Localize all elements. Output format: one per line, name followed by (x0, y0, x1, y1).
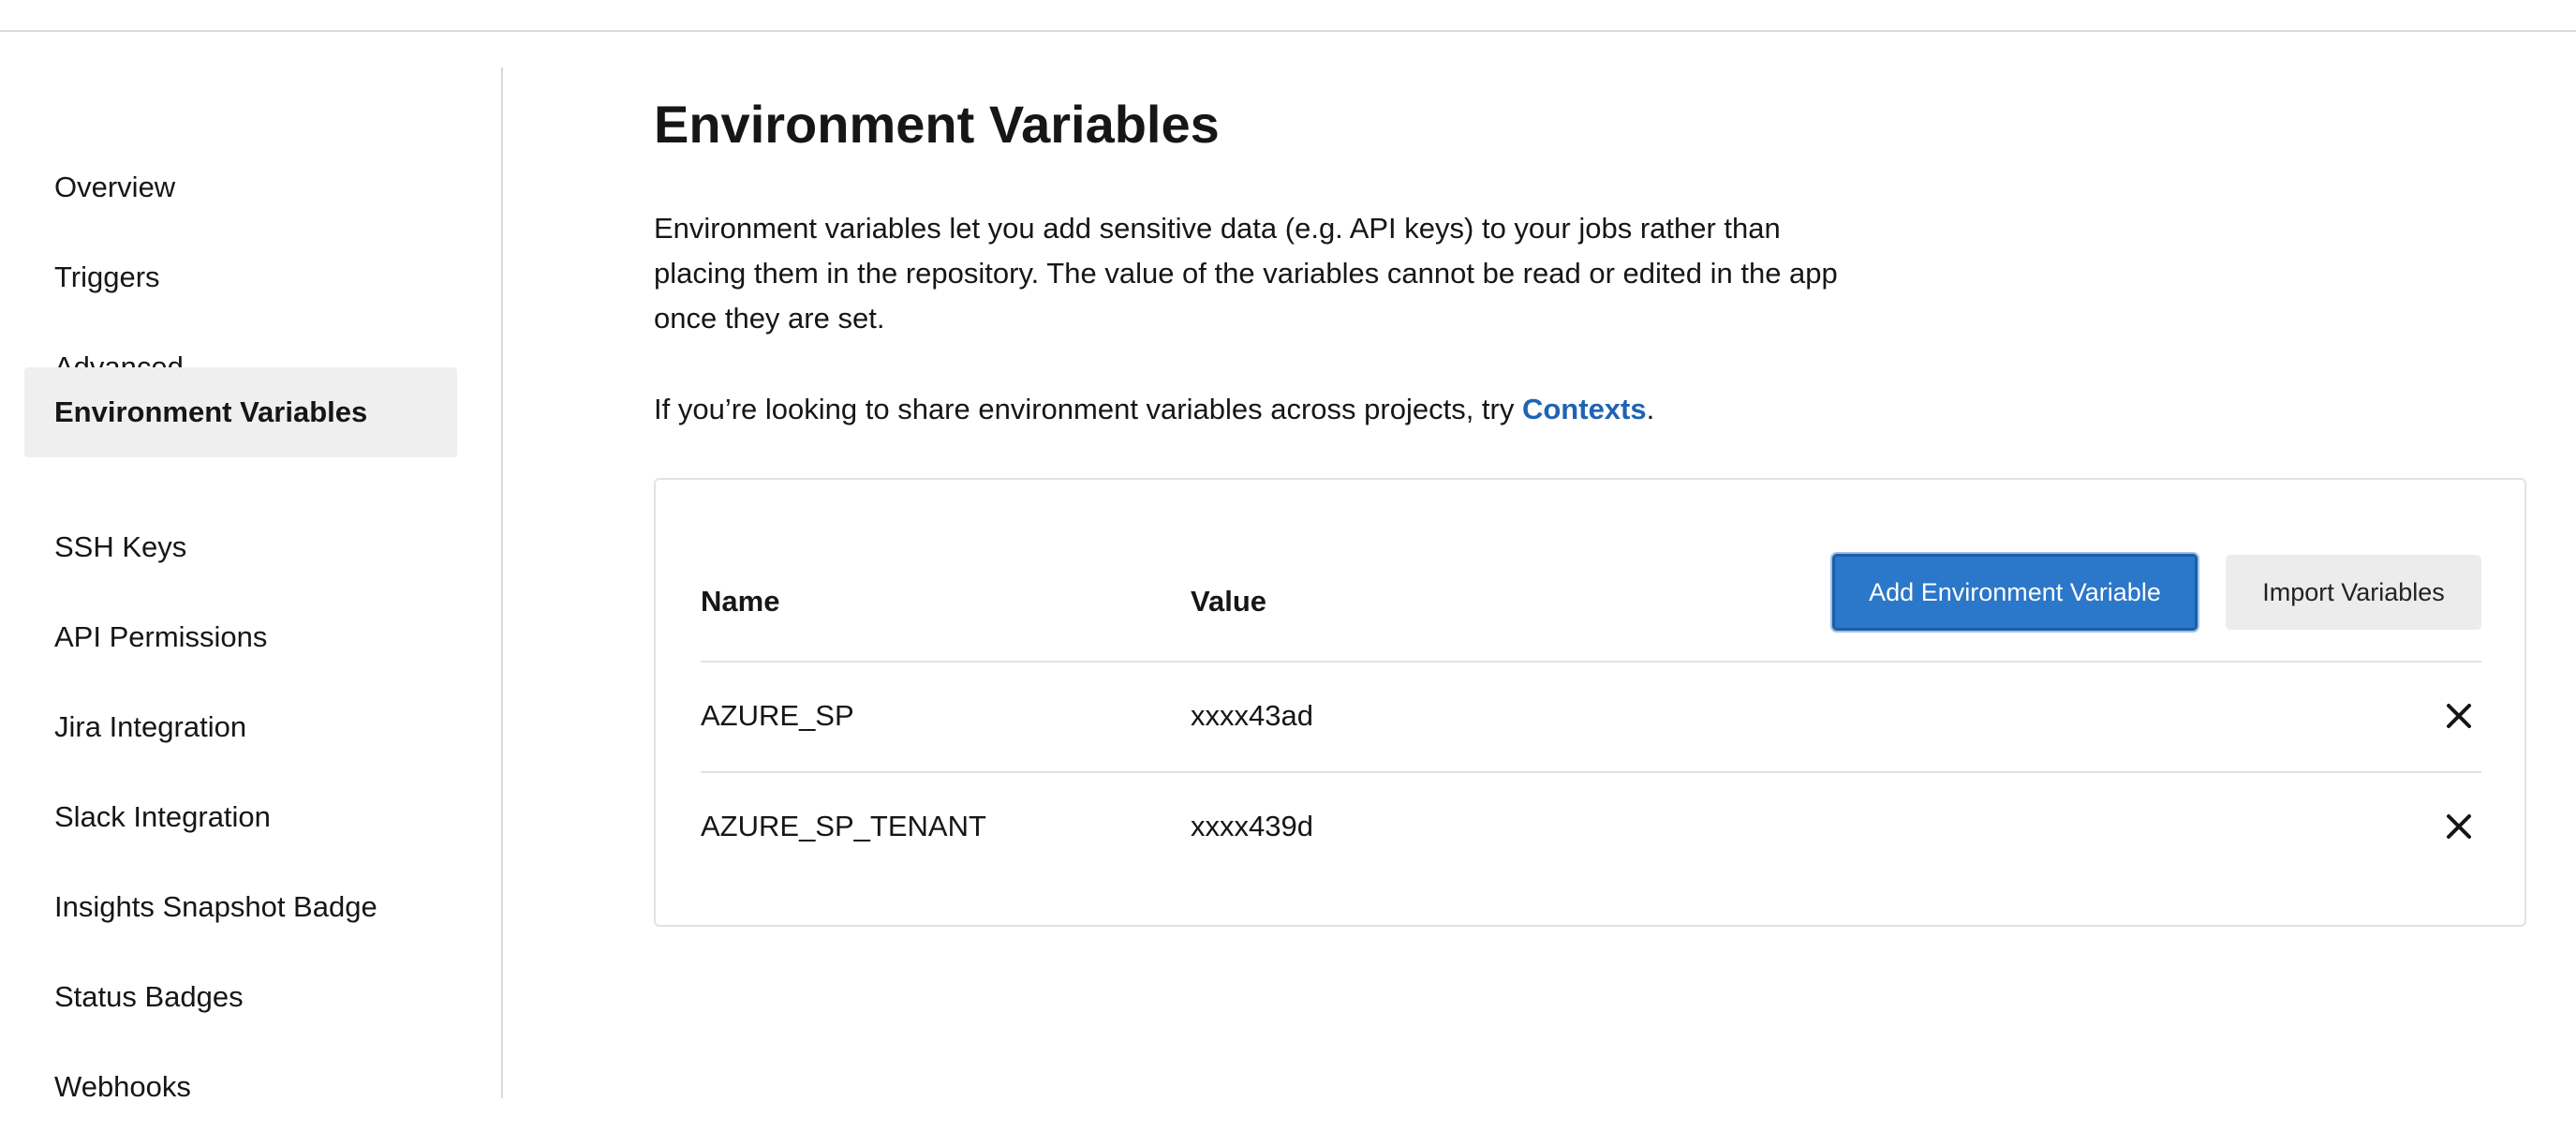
env-vars-card: Name Value Add Environment Variable Impo… (654, 478, 2526, 927)
add-environment-variable-button[interactable]: Add Environment Variable (1832, 554, 2198, 631)
header-divider (701, 661, 2481, 663)
contexts-hint: If you’re looking to share environment v… (654, 387, 1654, 432)
sidebar-item-slack-integration[interactable]: Slack Integration (24, 772, 457, 862)
row-divider (701, 771, 2481, 773)
column-header-value: Value (1191, 585, 1266, 618)
page-title: Environment Variables (654, 95, 1220, 154)
close-icon (2447, 814, 2471, 839)
column-header-name: Name (701, 585, 780, 618)
contexts-hint-text: If you’re looking to share environment v… (654, 393, 1522, 425)
sidebar-item-triggers[interactable]: Triggers (24, 232, 457, 322)
import-variables-button[interactable]: Import Variables (2226, 555, 2481, 630)
contexts-hint-suffix: . (1646, 393, 1655, 425)
delete-variable-button[interactable] (2431, 798, 2487, 855)
variable-name: AZURE_SP (701, 699, 854, 732)
sidebar-item-ssh-keys[interactable]: SSH Keys (24, 502, 457, 592)
top-bar (0, 0, 2576, 32)
sidebar-item-status-badges[interactable]: Status Badges (24, 952, 457, 1042)
sidebar-item-insights-snapshot-badge[interactable]: Insights Snapshot Badge (24, 862, 457, 952)
close-icon (2447, 704, 2471, 728)
settings-sidebar: Overview Triggers Advanced Environment V… (0, 67, 503, 1103)
page-description: Environment variables let you add sensit… (654, 212, 1838, 335)
variable-value: xxxx43ad (1191, 699, 1313, 732)
sidebar-item-overview[interactable]: Overview (24, 142, 457, 232)
sidebar-item-webhooks[interactable]: Webhooks (24, 1042, 457, 1132)
variable-value: xxxx439d (1191, 810, 1313, 842)
sidebar-item-api-permissions[interactable]: API Permissions (24, 592, 457, 682)
sidebar-item-environment-variables[interactable]: Environment Variables (24, 367, 457, 457)
variable-name: AZURE_SP_TENANT (701, 810, 986, 842)
contexts-link[interactable]: Contexts (1522, 393, 1647, 425)
delete-variable-button[interactable] (2431, 688, 2487, 744)
sidebar-item-jira-integration[interactable]: Jira Integration (24, 682, 457, 772)
